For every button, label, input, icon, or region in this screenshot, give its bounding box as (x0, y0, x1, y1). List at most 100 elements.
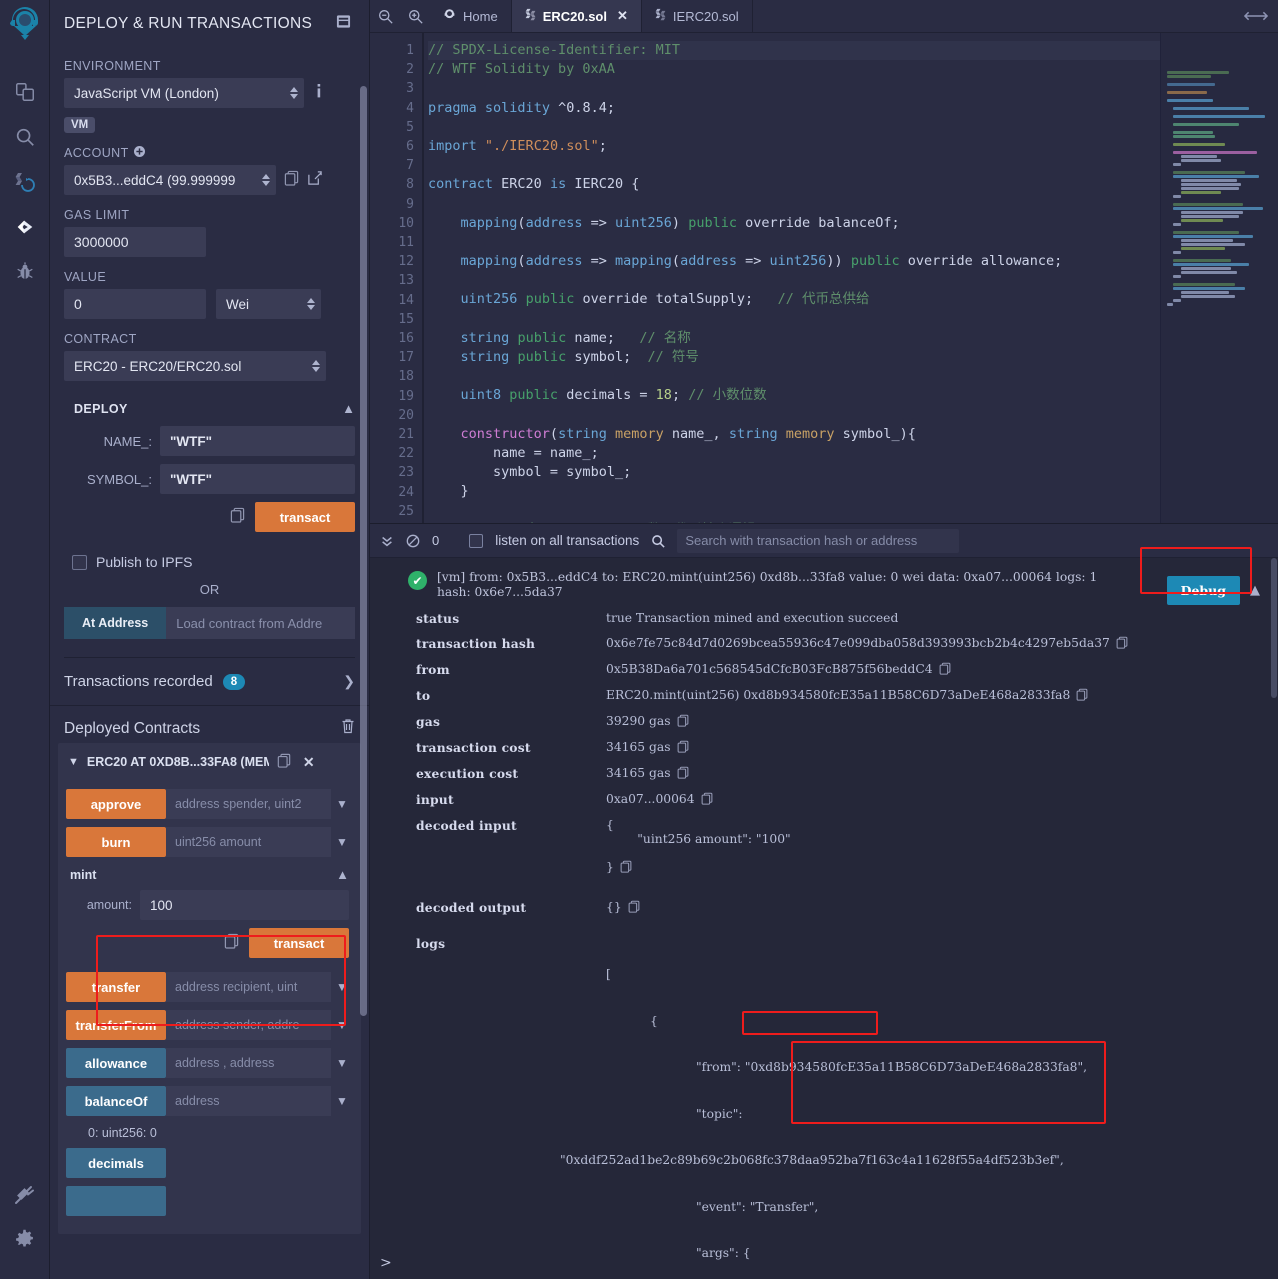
trash-icon[interactable] (341, 718, 355, 739)
publish-ipfs-row[interactable]: Publish to IPFS (72, 554, 355, 570)
terminal-search-input[interactable]: Search with transaction hash or address (677, 529, 959, 553)
solidity-compiler-icon[interactable] (0, 159, 50, 204)
chevron-down-icon[interactable]: ▼ (331, 1018, 353, 1032)
copy-icon[interactable] (284, 170, 299, 191)
chevron-down-icon[interactable]: ▼ (331, 835, 353, 849)
edit-icon[interactable] (307, 170, 323, 191)
copy-icon[interactable] (1116, 636, 1128, 652)
tab-ierc20-sol[interactable]: IERC20.sol (642, 0, 753, 32)
close-icon[interactable]: ✕ (303, 754, 315, 771)
zoom-in-icon[interactable] (400, 0, 430, 32)
chevron-up-icon[interactable]: ▲ (336, 867, 349, 882)
allowance-button[interactable]: allowance (66, 1048, 166, 1078)
burn-button[interactable]: burn (66, 827, 166, 857)
settings-icon[interactable] (0, 1216, 50, 1261)
tab-erc20-sol[interactable]: ERC20.sol ✕ (512, 0, 642, 32)
chevron-down-icon[interactable]: ▼ (331, 1056, 353, 1070)
copy-icon[interactable] (224, 933, 239, 954)
code-line: symbol = symbol_; (428, 463, 1278, 482)
deploy-name-row: NAME_: "WTF" (64, 426, 355, 456)
transactions-recorded-row[interactable]: Transactions recorded 8 ❯ (50, 658, 369, 706)
row-value: 34165 gas (606, 766, 1278, 782)
file-explorer-icon[interactable] (0, 69, 50, 114)
plugin-manager-icon[interactable] (0, 1171, 50, 1216)
info-icon[interactable] (312, 83, 326, 104)
tab-home[interactable]: Home (430, 0, 512, 32)
chevron-right-icon[interactable]: ❯ (343, 673, 355, 690)
editor-minimap[interactable] (1160, 33, 1278, 523)
at-address-button[interactable]: At Address (64, 607, 166, 639)
mint-header-row[interactable]: mint ▲ (66, 865, 353, 882)
transferfrom-args-input[interactable]: address sender, addre (166, 1010, 331, 1040)
mint-transact-button[interactable]: transact (249, 928, 349, 958)
copy-icon[interactable] (677, 766, 689, 782)
transferfrom-button[interactable]: transferFrom (66, 1010, 166, 1040)
terminal-prompt[interactable]: > (380, 1255, 392, 1271)
listen-all-checkbox[interactable] (469, 534, 483, 548)
deploy-transact-button[interactable]: transact (255, 502, 355, 532)
copy-icon[interactable] (230, 507, 245, 528)
transaction-summary[interactable]: ✔ [vm] from: 0x5B3...eddC4 to: ERC20.min… (370, 558, 1278, 606)
transfer-args-input[interactable]: address recipient, uint (166, 972, 331, 1002)
copy-icon[interactable] (677, 714, 689, 730)
allowance-args-input[interactable]: address , address (166, 1048, 331, 1078)
debug-button[interactable]: Debug (1167, 576, 1240, 605)
deploy-symbol-input[interactable]: "WTF" (160, 464, 355, 494)
chevron-up-icon[interactable]: ▲ (342, 401, 355, 416)
transaction-summary-text: [vm] from: 0x5B3...eddC4 to: ERC20.mint(… (437, 570, 1097, 600)
chevron-up-icon[interactable]: ▲ (1250, 583, 1260, 598)
approve-button[interactable]: approve (66, 789, 166, 819)
transfer-button[interactable]: transfer (66, 972, 166, 1002)
value-unit-select[interactable]: Wei (216, 289, 321, 319)
burn-args-input[interactable]: uint256 amount (166, 827, 331, 857)
horizontal-resize-icon[interactable] (1234, 0, 1278, 32)
code-content[interactable]: // SPDX-License-Identifier: MIT// WTF So… (422, 33, 1278, 523)
code-editor[interactable]: 1234567 891011121314 15161718192021 2223… (370, 33, 1278, 523)
terminal-output[interactable]: ✔ [vm] from: 0x5B3...eddC4 to: ERC20.min… (370, 558, 1278, 1279)
at-address-input[interactable]: Load contract from Addre (166, 607, 355, 639)
deploy-run-icon[interactable] (0, 204, 50, 249)
copy-icon[interactable] (939, 662, 951, 678)
chevron-down-icon[interactable]: ▼ (331, 980, 353, 994)
chevron-down-icon[interactable]: ▼ (331, 1094, 353, 1108)
remix-home-icon (443, 8, 456, 24)
copy-icon[interactable] (628, 900, 640, 916)
zoom-out-icon[interactable] (370, 0, 400, 32)
environment-select[interactable]: JavaScript VM (London) (64, 78, 304, 108)
close-icon[interactable]: ✕ (617, 8, 628, 24)
next-function-button[interactable] (66, 1186, 166, 1216)
spacer (66, 781, 353, 789)
mint-amount-input[interactable]: 100 (140, 890, 349, 920)
debugger-icon[interactable] (0, 249, 50, 294)
chevron-down-icon[interactable]: ▼ (68, 756, 79, 768)
main-area: Home ERC20.sol ✕ (370, 0, 1278, 1279)
copy-icon[interactable] (620, 860, 632, 876)
double-chevron-down-icon[interactable] (380, 534, 394, 548)
remix-logo-icon[interactable] (6, 6, 44, 51)
copy-icon[interactable] (677, 740, 689, 756)
search-icon[interactable] (0, 114, 50, 159)
terminal-scrollbar[interactable] (1271, 558, 1277, 698)
search-icon[interactable] (651, 534, 665, 548)
publish-ipfs-checkbox[interactable] (72, 555, 87, 570)
balanceof-button[interactable]: balanceOf (66, 1086, 166, 1116)
balanceof-args-input[interactable]: address (166, 1086, 331, 1116)
panel-scrollbar[interactable] (360, 86, 367, 1016)
deploy-section-header[interactable]: DEPLOY ▲ (64, 401, 355, 416)
decimals-button[interactable]: decimals (66, 1148, 166, 1178)
code-line (428, 310, 1278, 329)
no-entry-icon[interactable] (406, 534, 420, 548)
gas-limit-input[interactable]: 3000000 (64, 227, 206, 257)
instance-title-row[interactable]: ▼ ERC20 AT 0XD8B...33FA8 (MEMOF ✕ (66, 747, 353, 781)
plus-icon[interactable] (134, 146, 145, 160)
copy-icon[interactable] (1076, 688, 1088, 704)
contract-select[interactable]: ERC20 - ERC20/ERC20.sol (64, 351, 326, 381)
deploy-name-input[interactable]: "WTF" (160, 426, 355, 456)
approve-args-input[interactable]: address spender, uint2 (166, 789, 331, 819)
account-select[interactable]: 0x5B3...eddC4 (99.999999 (64, 165, 276, 195)
copy-icon[interactable] (701, 792, 713, 808)
value-input[interactable]: 0 (64, 289, 206, 319)
chevron-down-icon[interactable]: ▼ (331, 797, 353, 811)
panel-toggle-icon[interactable] (336, 14, 351, 34)
copy-icon[interactable] (277, 753, 291, 771)
